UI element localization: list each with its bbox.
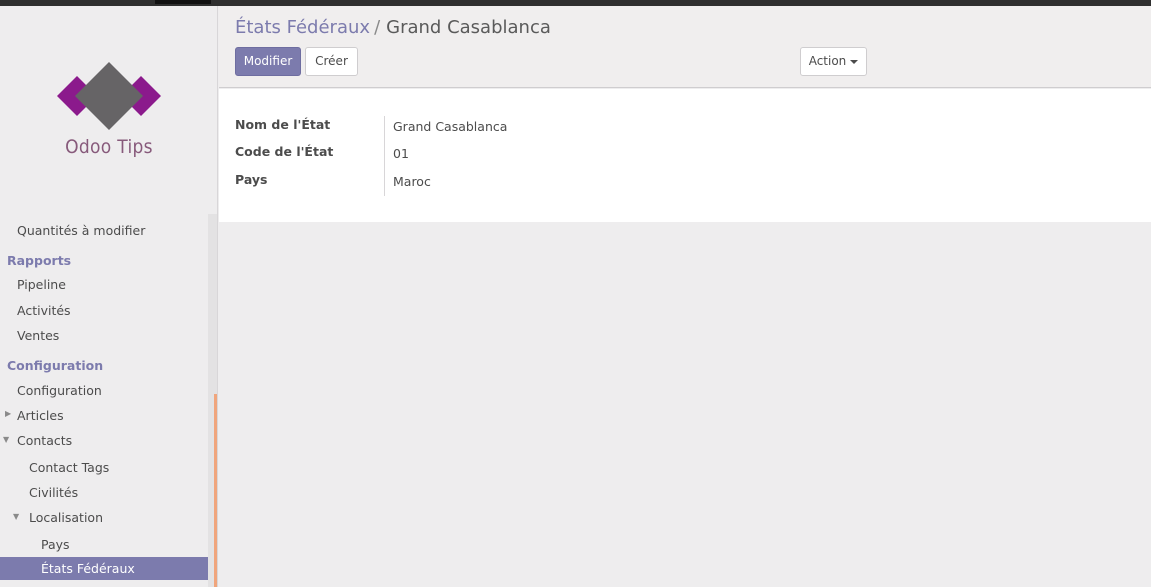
logo-diamonds-icon [57, 62, 161, 130]
edit-button[interactable]: Modifier [235, 47, 301, 76]
main-content: États Fédéraux / Grand Casablanca Modifier… [219, 6, 1151, 587]
caret-down-icon [850, 59, 859, 64]
menu-item-configuration[interactable]: Configuration [0, 379, 208, 402]
menu-item-ventes[interactable]: Ventes [0, 324, 208, 347]
menu-item-quantites[interactable]: Quantités à modifier [0, 219, 208, 242]
code-field-label: Code de l'État [235, 144, 334, 159]
top-navbar-segment [155, 0, 211, 4]
logo-text: Odoo Tips [65, 136, 153, 158]
odoo-tips-logo[interactable]: Odoo Tips [55, 62, 163, 172]
menu-item-civilites[interactable]: Civilités [0, 481, 208, 504]
action-dropdown-button[interactable]: Action [800, 47, 867, 76]
create-button[interactable]: Créer [305, 47, 358, 76]
country-field-label: Pays [235, 172, 268, 187]
action-label: Action [808, 54, 847, 68]
field-divider [384, 116, 385, 196]
breadcrumb-parent-link[interactable]: États Fédéraux [235, 17, 370, 38]
sidebar-scroll-thumb[interactable] [214, 394, 217, 587]
breadcrumb-current: Grand Casablanca [386, 17, 551, 38]
menu-item-contacts[interactable]: Contacts [0, 429, 208, 452]
menu-item-etats-federaux[interactable]: États Fédéraux [0, 557, 208, 580]
name-field-value: Grand Casablanca [393, 119, 508, 134]
code-field-value: 01 [393, 146, 409, 161]
name-field-label: Nom de l'État [235, 117, 331, 132]
breadcrumb: États Fédéraux / Grand Casablanca [235, 17, 551, 38]
menu-item-localisation[interactable]: Localisation [0, 506, 208, 529]
breadcrumb-separator: / [374, 17, 381, 38]
menu-item-articles[interactable]: Articles [0, 404, 208, 427]
menu-header-configuration: Configuration [7, 358, 104, 373]
menu-item-pipeline[interactable]: Pipeline [0, 273, 208, 296]
menu-item-contact-tags[interactable]: Contact Tags [0, 456, 208, 479]
menu-item-pays[interactable]: Pays [0, 533, 208, 556]
menu-item-activites[interactable]: Activités [0, 299, 208, 322]
control-panel: États Fédéraux / Grand Casablanca Modifier… [219, 6, 1151, 88]
country-field-value[interactable]: Maroc [393, 174, 431, 189]
form-sheet: Nom de l'État Grand Casablanca Code de l… [219, 89, 1151, 222]
sidebar: Odoo Tips Quantités à modifier Rapports … [0, 6, 218, 587]
menu-header-rapports: Rapports [7, 253, 72, 268]
